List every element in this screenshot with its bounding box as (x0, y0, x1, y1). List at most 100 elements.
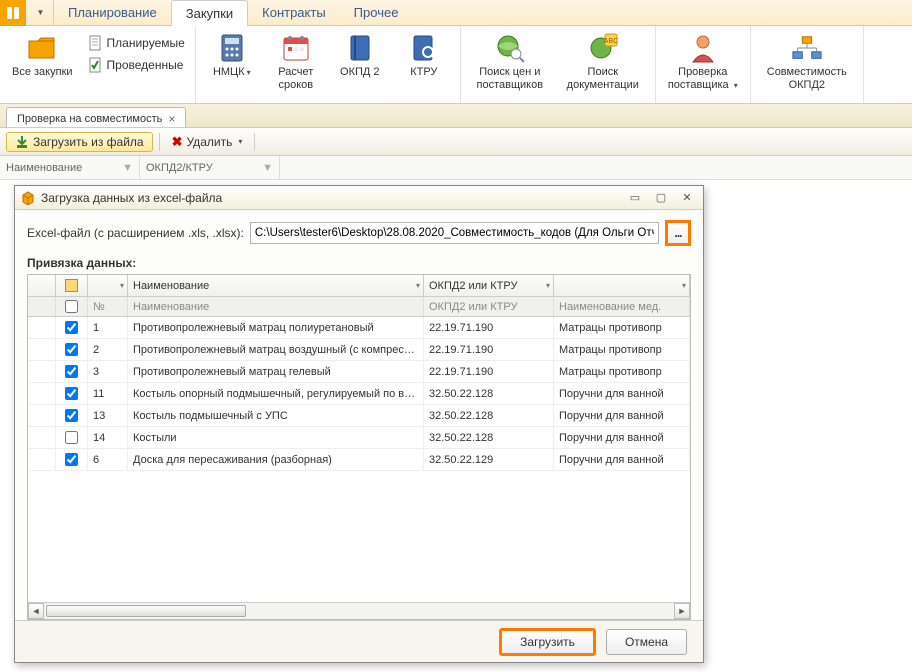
funnel-icon: ▼ (262, 162, 273, 174)
row-name: Противопролежневый матрац полиуретановый (128, 317, 424, 338)
diagram-icon (791, 32, 823, 64)
cancel-button[interactable]: Отмена (606, 629, 687, 655)
table-row[interactable]: 13Костыль подмышечный с УПС32.50.22.128П… (28, 405, 690, 427)
table-row[interactable]: 2Противопролежневый матрац воздушный (с … (28, 339, 690, 361)
scroll-right-icon[interactable]: ► (674, 603, 690, 619)
x-red-icon: ✖ (172, 134, 183, 150)
tab-contracts[interactable]: Контракты (248, 0, 340, 25)
row-okpd: 32.50.22.128 (424, 383, 554, 404)
document-icon (87, 35, 103, 51)
col-marker[interactable] (28, 275, 56, 296)
horizontal-scrollbar[interactable]: ◄ ► (28, 602, 690, 619)
row-checkbox[interactable] (65, 365, 78, 378)
row-okpd: 32.50.22.129 (424, 449, 554, 470)
row-checkbox[interactable] (65, 321, 78, 334)
row-checkbox[interactable] (65, 453, 78, 466)
doc-search-button[interactable]: ABC Поиск документации (557, 29, 649, 100)
row-checkbox[interactable] (65, 343, 78, 356)
data-grid: ▾ Наименование▾ ОКПД2 или КТРУ▾ ▾ № Наим… (27, 274, 691, 620)
supplier-check-button[interactable]: Проверка поставщика ▾ (662, 29, 744, 100)
delete-button[interactable]: ✖ Удалить ▾ (166, 132, 249, 152)
document-check-icon (87, 57, 103, 73)
ktru-button[interactable]: КТРУ (394, 29, 454, 100)
row-med: Поручни для ванной (554, 427, 690, 448)
table-row[interactable]: 6Доска для пересаживания (разборная)32.5… (28, 449, 690, 471)
table-row[interactable]: 1Противопролежневый матрац полиуретановы… (28, 317, 690, 339)
scroll-thumb[interactable] (46, 605, 246, 617)
tab-planning[interactable]: Планирование (54, 0, 171, 25)
row-num: 13 (88, 405, 128, 426)
row-name: Противопролежневый матрац гелевый (128, 361, 424, 382)
app-menu-icon[interactable] (0, 0, 26, 26)
minimize-icon[interactable]: ▭ (625, 190, 645, 206)
tab-other[interactable]: Прочее (340, 0, 413, 25)
main-tabs-bar: ▼ Планирование Закупки Контракты Прочее (0, 0, 912, 26)
close-icon[interactable]: × (168, 112, 175, 126)
scroll-left-icon[interactable]: ◄ (28, 603, 44, 619)
doc-tab-compat[interactable]: Проверка на совместимость × (6, 107, 186, 127)
close-icon[interactable]: ✕ (677, 190, 697, 206)
person-icon (687, 32, 719, 64)
filter-row: Наименование ▼ ОКПД2/КТРУ ▼ (0, 156, 912, 180)
row-num: 2 (88, 339, 128, 360)
row-med: Матрацы противопр (554, 339, 690, 360)
done-button[interactable]: Проведенные (83, 55, 189, 75)
col-okpd[interactable]: ОКПД2 или КТРУ▾ (424, 275, 554, 296)
compat-button[interactable]: Совместимость ОКПД2 (757, 29, 857, 100)
browse-button[interactable]: ... (665, 220, 691, 246)
row-med: Поручни для ванной (554, 383, 690, 404)
row-num: 6 (88, 449, 128, 470)
download-icon (15, 135, 29, 149)
calc-terms-button[interactable]: Расчет сроков (266, 29, 326, 100)
tab-purchases[interactable]: Закупки (171, 0, 248, 26)
maximize-icon[interactable]: ▢ (651, 190, 671, 206)
path-input[interactable] (250, 222, 659, 244)
row-okpd: 22.19.71.190 (424, 317, 554, 338)
ribbon: Все закупки Планируемые Проведенные НМЦК… (0, 26, 912, 104)
row-name: Костыли (128, 427, 424, 448)
col-med[interactable]: ▾ (554, 275, 690, 296)
row-med: Матрацы противопр (554, 317, 690, 338)
calculator-icon (216, 32, 248, 64)
table-row[interactable]: 14Костыли32.50.22.128Поручни для ванной (28, 427, 690, 449)
planned-button[interactable]: Планируемые (83, 33, 189, 53)
row-name: Противопролежневый матрац воздушный (с к… (128, 339, 424, 360)
binding-label: Привязка данных: (27, 256, 691, 270)
app-menu-dropdown[interactable]: ▼ (26, 0, 54, 25)
row-checkbox[interactable] (65, 431, 78, 444)
all-purchases-button[interactable]: Все закупки (6, 29, 79, 100)
row-checkbox[interactable] (65, 409, 78, 422)
globe-search-icon (494, 32, 526, 64)
row-name: Костыль опорный подмышечный, регулируемы… (128, 383, 424, 404)
row-num: 11 (88, 383, 128, 404)
row-okpd: 22.19.71.190 (424, 339, 554, 360)
check-all[interactable] (65, 300, 78, 313)
row-checkbox[interactable] (65, 387, 78, 400)
excel-load-dialog: Загрузка данных из excel-файла ▭ ▢ ✕ Exc… (14, 185, 704, 663)
folder-icon (26, 32, 58, 64)
calendar-icon (280, 32, 312, 64)
document-tabs: Проверка на совместимость × (0, 104, 912, 128)
row-okpd: 32.50.22.128 (424, 405, 554, 426)
col-num[interactable]: ▾ (88, 275, 128, 296)
filter-okpd[interactable]: ОКПД2/КТРУ ▼ (140, 156, 280, 179)
price-search-button[interactable]: Поиск цен и поставщиков (467, 29, 553, 100)
table-row[interactable]: 11Костыль опорный подмышечный, регулируе… (28, 383, 690, 405)
package-icon (21, 191, 35, 205)
filter-name[interactable]: Наименование ▼ (0, 156, 140, 179)
row-num: 14 (88, 427, 128, 448)
col-check-all[interactable] (56, 275, 88, 296)
row-okpd: 32.50.22.128 (424, 427, 554, 448)
book-blue-icon (344, 32, 376, 64)
row-med: Поручни для ванной (554, 405, 690, 426)
dialog-titlebar: Загрузка данных из excel-файла ▭ ▢ ✕ (15, 186, 703, 210)
col-name[interactable]: Наименование▾ (128, 275, 424, 296)
load-button[interactable]: Загрузить (499, 628, 596, 656)
okpd2-button[interactable]: ОКПД 2 (330, 29, 390, 100)
table-row[interactable]: 3Противопролежневый матрац гелевый22.19.… (28, 361, 690, 383)
load-from-file-button[interactable]: Загрузить из файла (6, 132, 153, 152)
row-num: 1 (88, 317, 128, 338)
nmck-button[interactable]: НМЦК▾ (202, 29, 262, 100)
row-num: 3 (88, 361, 128, 382)
toolbar: Загрузить из файла ✖ Удалить ▾ (0, 128, 912, 156)
